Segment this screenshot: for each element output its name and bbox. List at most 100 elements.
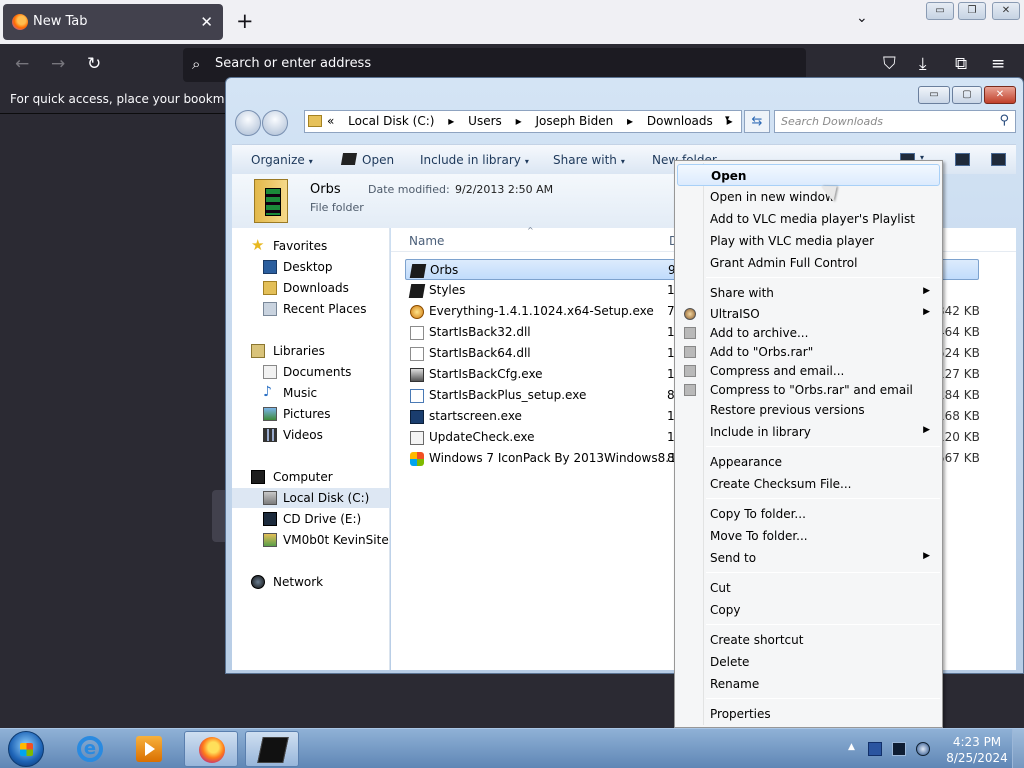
menu-item-open[interactable]: Open	[677, 164, 940, 186]
taskbar-internet-explorer[interactable]: e	[63, 731, 117, 767]
nav-desktop[interactable]: Desktop	[232, 257, 390, 277]
nav-cd-drive[interactable]: CD Drive (E:)	[232, 509, 390, 529]
close-tab-icon[interactable]: ✕	[200, 13, 213, 31]
open-button[interactable]: Open	[340, 153, 394, 167]
menu-item-open-new-window[interactable]: Open in new window	[677, 186, 940, 208]
search-input[interactable]	[781, 115, 991, 128]
taskbar-explorer[interactable]	[245, 731, 299, 767]
menu-separator	[706, 624, 940, 625]
nav-videos[interactable]: Videos	[232, 425, 390, 445]
organize-button[interactable]: Organize ▾	[251, 153, 313, 167]
nav-downloads[interactable]: Downloads	[232, 278, 390, 298]
file-size: 127 KB	[937, 367, 980, 381]
volume-icon[interactable]	[916, 742, 930, 756]
new-tab-button[interactable]: +	[236, 9, 254, 33]
include-in-library-button[interactable]: Include in library ▾	[420, 153, 529, 167]
minimize-button[interactable]: ▭	[926, 2, 954, 20]
menu-item-label: Open	[711, 169, 747, 183]
address-bar[interactable]: « Local Disk (C:) ▸ Users ▸ Joseph Biden…	[304, 110, 742, 133]
explorer-maximize-button[interactable]: ▢	[952, 86, 982, 104]
menu-item-vlc-playlist[interactable]: Add to VLC media player's Playlist	[677, 208, 940, 230]
nav-local-disk[interactable]: Local Disk (C:)	[232, 488, 390, 508]
tray-app-icon[interactable]	[868, 742, 882, 756]
address-history-icon[interactable]: ▾	[725, 114, 730, 124]
tab-new-tab[interactable]: New Tab ✕	[3, 4, 223, 40]
back-icon[interactable]: ←	[15, 54, 29, 74]
search-icon[interactable]: ⚲	[999, 113, 1009, 128]
drive-icon	[263, 491, 277, 505]
breadcrumb-users[interactable]: Users	[468, 114, 502, 128]
menu-item-grant-admin[interactable]: Grant Admin Full Control	[677, 252, 940, 274]
nav-music[interactable]: ♪ Music	[232, 383, 390, 403]
file-name: Orbs	[430, 263, 459, 277]
breadcrumb-separator[interactable]: ▸	[627, 114, 633, 128]
menu-item-create-checksum[interactable]: Create Checksum File...	[677, 473, 940, 495]
breadcrumb-joseph-biden[interactable]: Joseph Biden	[535, 114, 613, 128]
share-with-button[interactable]: Share with ▾	[553, 153, 625, 167]
clock[interactable]: 4:23 PM 8/25/2024	[940, 734, 1014, 766]
url-input[interactable]	[215, 56, 715, 71]
refresh-button[interactable]: ⇆	[744, 110, 770, 133]
menu-item-label: Delete	[710, 655, 750, 669]
menu-item-rename[interactable]: Rename	[677, 673, 940, 695]
menu-item-move-to-folder[interactable]: Move To folder...	[677, 525, 940, 547]
menu-item-copy[interactable]: Copy	[677, 599, 940, 621]
reload-icon[interactable]: ↻	[87, 54, 101, 74]
menu-item-vlc-play[interactable]: Play with VLC media player	[677, 230, 940, 252]
explorer-back-button[interactable]	[235, 110, 261, 136]
extensions-icon[interactable]: ⧉	[955, 54, 967, 74]
show-hidden-icons-icon[interactable]: ▲	[848, 742, 855, 752]
breadcrumb-local-disk[interactable]: Local Disk (C:)	[348, 114, 434, 128]
breadcrumb-separator[interactable]: ▸	[516, 114, 522, 128]
nav-recent-places[interactable]: Recent Places	[232, 299, 390, 319]
nav-pictures[interactable]: Pictures	[232, 404, 390, 424]
taskbar-firefox[interactable]	[184, 731, 238, 767]
breadcrumb-overflow[interactable]: «	[327, 114, 334, 128]
menu-item-cut[interactable]: Cut	[677, 577, 940, 599]
start-button[interactable]	[8, 731, 44, 767]
chevron-down-icon: ▾	[524, 157, 529, 166]
file-size: 464 KB	[937, 325, 980, 339]
breadcrumb-separator[interactable]: ▸	[448, 114, 454, 128]
nav-computer[interactable]: Computer	[232, 467, 390, 487]
explorer-forward-button[interactable]	[262, 110, 288, 136]
context-menu: Open Open in new window Add to VLC media…	[674, 160, 943, 728]
menu-item-properties[interactable]: Properties	[677, 703, 940, 725]
forward-icon[interactable]: →	[51, 54, 65, 74]
menu-item-appearance[interactable]: Appearance	[677, 451, 940, 473]
preview-pane-icon[interactable]	[955, 153, 970, 166]
network-tray-icon[interactable]	[892, 742, 906, 756]
music-icon: ♪	[263, 384, 272, 400]
taskbar-media-player[interactable]	[122, 731, 176, 767]
restore-button[interactable]: ❐	[958, 2, 986, 20]
menu-icon[interactable]: ≡	[991, 54, 1005, 74]
help-icon[interactable]	[991, 153, 1006, 166]
column-name[interactable]: Name	[409, 234, 444, 248]
menu-item-send-to[interactable]: Send to ▶	[677, 547, 940, 569]
list-all-tabs-icon[interactable]: ⌄	[856, 10, 868, 26]
nav-documents[interactable]: Documents	[232, 362, 390, 382]
menu-item-restore-versions[interactable]: Restore previous versions	[677, 399, 940, 421]
menu-item-copy-to-folder[interactable]: Copy To folder...	[677, 503, 940, 525]
menu-item-include-library[interactable]: Include in library ▶	[677, 421, 940, 443]
breadcrumb-downloads[interactable]: Downloads	[647, 114, 713, 128]
nav-network[interactable]: Network	[232, 572, 390, 592]
nav-network-share[interactable]: VM0b0t KevinSite	[232, 530, 390, 550]
explorer-close-button[interactable]: ✕	[984, 86, 1016, 104]
explorer-minimize-button[interactable]: ▭	[918, 86, 950, 104]
chevron-down-icon: ▾	[308, 157, 313, 166]
show-desktop-button[interactable]	[1012, 729, 1024, 768]
nav-libraries[interactable]: Libraries	[232, 341, 390, 361]
menu-item-label: Add to VLC media player's Playlist	[710, 212, 915, 226]
menu-item-compress-orbs-email[interactable]: Compress to "Orbs.rar" and email	[677, 379, 940, 401]
folder-large-icon	[254, 179, 288, 223]
details-pane: Orbs Date modified: 9/2/2013 2:50 AM Fil…	[232, 174, 676, 228]
pocket-icon[interactable]: ⛉	[883, 54, 896, 74]
menu-item-share-with[interactable]: Share with ▶	[677, 282, 940, 304]
menu-item-delete[interactable]: Delete	[677, 651, 940, 673]
close-window-button[interactable]: ✕	[992, 2, 1020, 20]
downloads-icon[interactable]: ⤓	[919, 54, 927, 74]
search-box[interactable]: ⚲	[774, 110, 1016, 133]
nav-favorites[interactable]: ★ Favorites	[232, 236, 390, 256]
menu-item-create-shortcut[interactable]: Create shortcut	[677, 629, 940, 651]
